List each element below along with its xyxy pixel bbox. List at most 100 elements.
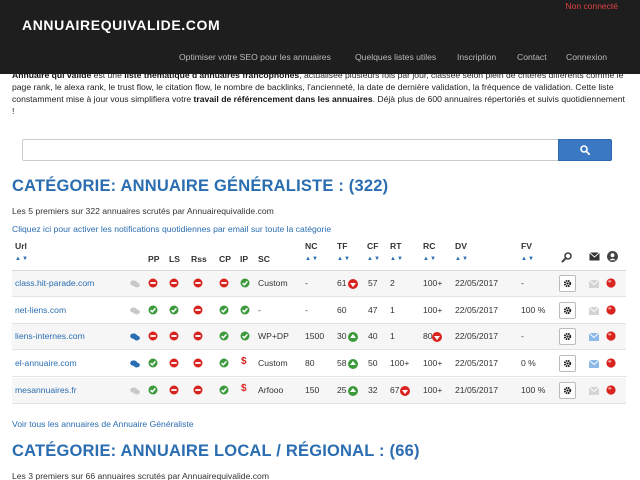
col-ip: IP	[240, 254, 249, 264]
tf-trend-icon	[348, 332, 358, 342]
sort-rt[interactable]: ▲▼	[390, 256, 404, 262]
rss-status-icon	[193, 358, 203, 368]
ls-status-icon	[169, 358, 179, 368]
user-icon	[607, 251, 618, 262]
settings-button[interactable]	[559, 275, 576, 292]
settings-button[interactable]	[559, 302, 576, 319]
comment-icon[interactable]	[130, 332, 140, 342]
sort-fv[interactable]: ▲▼	[521, 256, 535, 262]
sort-nc[interactable]: ▲▼	[305, 256, 319, 262]
col-dv[interactable]: DV	[455, 241, 467, 251]
email-notify-icon[interactable]	[589, 332, 599, 342]
nav-connexion[interactable]: Connexion	[566, 52, 607, 62]
col-fv[interactable]: FV	[521, 241, 532, 251]
ip-dollar-icon: $	[241, 383, 247, 394]
gear-icon	[563, 332, 572, 341]
tf-cell: 58	[337, 358, 347, 368]
alert-toggle-icon[interactable]	[606, 278, 616, 288]
email-notify-icon[interactable]	[589, 386, 599, 396]
table-row: net-liens.com - - 60 47 1 100+ 22/05/2017 100 %	[12, 298, 626, 323]
directory-url-link[interactable]: liens-internes.com	[15, 331, 85, 341]
script-cell: Custom	[258, 278, 288, 288]
search-button[interactable]	[558, 139, 612, 161]
comment-icon[interactable]	[130, 359, 140, 369]
col-rc[interactable]: RC	[423, 241, 435, 251]
email-notify-icon[interactable]	[589, 359, 599, 369]
rt-cell: 100+	[390, 358, 410, 368]
rt-cell: 2	[390, 278, 395, 288]
intro-paragraph: Annuaire qui valide est une liste thémat…	[12, 69, 626, 117]
sort-dv[interactable]: ▲▼	[455, 256, 469, 262]
cp-status-icon	[219, 278, 229, 288]
comment-icon[interactable]	[130, 386, 140, 396]
nav-inscription[interactable]: Inscription	[457, 52, 496, 62]
comment-icon[interactable]	[130, 279, 140, 289]
fv-cell: -	[521, 278, 524, 288]
col-rt[interactable]: RT	[390, 241, 401, 251]
category-title-generaliste: CATÉGORIE: ANNUAIRE GÉNÉRALISTE : (322)	[12, 177, 389, 195]
rc-cell: 100+	[423, 305, 443, 315]
cf-cell: 40	[368, 331, 378, 341]
settings-button[interactable]	[559, 355, 576, 372]
activate-notifications-link[interactable]: Cliquez ici pour activer les notificatio…	[12, 224, 331, 234]
settings-button[interactable]	[559, 382, 576, 399]
sort-tf[interactable]: ▲▼	[337, 256, 351, 262]
row-divider	[12, 296, 626, 297]
directory-url-link[interactable]: el-annuaire.com	[15, 358, 77, 368]
tf-cell: 25	[337, 385, 347, 395]
view-all-generaliste-link[interactable]: Voir tous les annuaires de Annuaire Géné…	[12, 419, 194, 429]
sort-cf[interactable]: ▲▼	[367, 256, 381, 262]
category-subtitle-local: Les 3 premiers sur 66 annuaires scrutés …	[12, 471, 269, 480]
pp-status-icon	[148, 305, 158, 315]
ip-status-icon	[240, 331, 250, 341]
tf-trend-icon	[348, 386, 358, 396]
script-cell: -	[258, 305, 261, 315]
cf-cell: 47	[368, 305, 378, 315]
top-navbar: ANNUAIREQUIVALIDE.COM Non connecté Optim…	[0, 0, 640, 74]
tf-cell: 61	[337, 278, 347, 288]
search-input[interactable]	[22, 139, 558, 161]
directory-url-link[interactable]: net-liens.com	[15, 305, 66, 315]
col-cp: CP	[219, 254, 231, 264]
sort-url[interactable]: ▲▼	[15, 256, 29, 262]
nc-cell: -	[305, 278, 308, 288]
gear-icon	[563, 306, 572, 315]
category-title-local: CATÉGORIE: ANNUAIRE LOCAL / RÉGIONAL : (…	[12, 442, 420, 460]
settings-button[interactable]	[559, 328, 576, 345]
nav-optimiser-seo[interactable]: Optimiser votre SEO pour les annuaires	[179, 52, 331, 62]
alert-toggle-icon[interactable]	[606, 331, 616, 341]
ls-status-icon	[169, 305, 179, 315]
search-bar	[22, 139, 612, 161]
alert-toggle-icon[interactable]	[606, 305, 616, 315]
rss-status-icon	[193, 331, 203, 341]
nav-listes-utiles[interactable]: Quelques listes utiles	[355, 52, 436, 62]
dv-cell: 22/05/2017	[455, 305, 499, 315]
email-notify-icon[interactable]	[589, 279, 599, 289]
alert-toggle-icon[interactable]	[606, 358, 616, 368]
col-nc[interactable]: NC	[305, 241, 317, 251]
col-cf[interactable]: CF	[367, 241, 378, 251]
brand-logo[interactable]: ANNUAIREQUIVALIDE.COM	[22, 17, 220, 33]
tf-cell: 60	[337, 305, 347, 315]
col-tf[interactable]: TF	[337, 241, 348, 251]
ls-status-icon	[169, 331, 179, 341]
col-ls: LS	[169, 254, 180, 264]
table-row: liens-internes.com WP+DP 1500 30 40 1 80 22/05/…	[12, 324, 626, 349]
email-notify-icon[interactable]	[589, 306, 599, 316]
directory-url-link[interactable]: mesannuaires.fr	[15, 385, 77, 395]
rt-cell: 1	[390, 305, 395, 315]
alert-toggle-icon[interactable]	[606, 385, 616, 395]
pp-status-icon	[148, 385, 158, 395]
directory-url-link[interactable]: class.hit-parade.com	[15, 278, 94, 288]
dv-cell: 22/05/2017	[455, 278, 499, 288]
tools-icon	[561, 252, 572, 263]
nav-contact[interactable]: Contact	[517, 52, 547, 62]
nc-cell: 80	[305, 358, 315, 368]
cp-status-icon	[219, 331, 229, 341]
sort-rc[interactable]: ▲▼	[423, 256, 437, 262]
table-row: mesannuaires.fr $ Arfooo 150 25 32 67 100+ 21/05…	[12, 378, 626, 403]
rc-cell: 100+	[423, 278, 443, 288]
col-url[interactable]: Url	[15, 241, 27, 251]
rc-cell: 100+	[423, 385, 443, 395]
comment-icon[interactable]	[130, 306, 140, 316]
